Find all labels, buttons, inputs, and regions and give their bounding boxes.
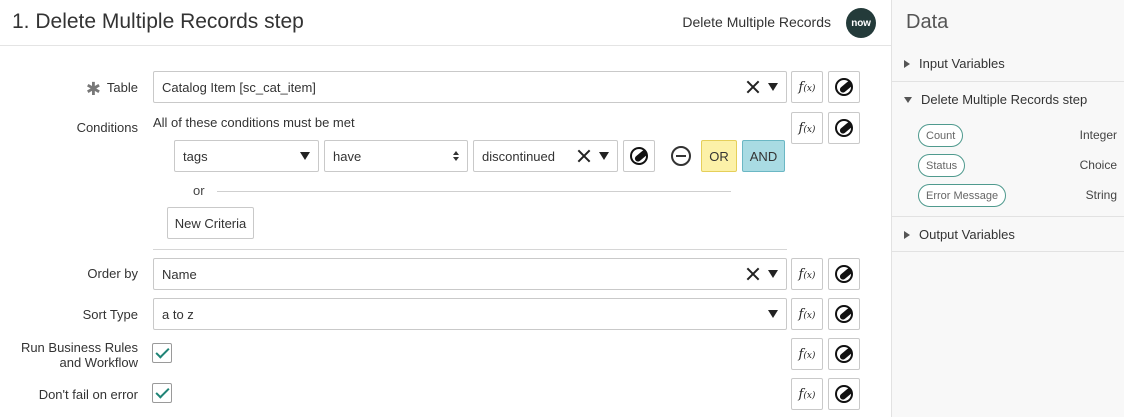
clear-icon[interactable]: [577, 149, 591, 163]
condition-operator-select[interactable]: have: [324, 140, 468, 172]
data-panel: Data Input Variables Delete Multiple Rec…: [891, 0, 1124, 417]
select-arrows-icon: [453, 151, 459, 161]
function-icon: f(x): [798, 306, 816, 322]
variable-type: Integer: [1079, 128, 1117, 142]
step-editor: 1. Delete Multiple Records step Delete M…: [0, 0, 891, 417]
condition-value-field[interactable]: discontinued: [473, 140, 618, 172]
table-data-pill-button[interactable]: [828, 71, 860, 103]
order-by-field[interactable]: Name: [153, 258, 787, 290]
sort-type-label: Sort Type: [82, 307, 138, 322]
dont-fail-data-pill-button[interactable]: [828, 378, 860, 410]
and-button[interactable]: AND: [742, 140, 785, 172]
order-by-fx-button[interactable]: f(x): [791, 258, 823, 290]
data-pill-icon: [835, 78, 853, 96]
step-variables-section[interactable]: Delete Multiple Records step Count Integ…: [892, 82, 1124, 217]
function-icon: f(x): [798, 266, 816, 282]
variable-type: String: [1085, 188, 1117, 202]
function-icon: f(x): [798, 120, 816, 136]
sort-type-select[interactable]: a to z: [153, 298, 787, 330]
run-business-rules-label: Run Business Rules and Workflow: [20, 340, 138, 370]
clear-icon[interactable]: [746, 80, 760, 94]
chevron-down-icon[interactable]: [599, 152, 609, 160]
variable-pill-status[interactable]: Status: [918, 154, 966, 177]
expand-icon: [904, 59, 910, 68]
function-icon: f(x): [798, 346, 816, 362]
variable-pill-error-message[interactable]: Error Message: [918, 184, 1007, 207]
data-pill-icon: [835, 265, 853, 283]
data-pill-icon: [835, 345, 853, 363]
order-by-data-pill-button[interactable]: [828, 258, 860, 290]
required-star-icon: ✱: [85, 79, 101, 99]
data-panel-title: Data: [906, 11, 949, 33]
data-pill-icon: [835, 385, 853, 403]
sort-type-fx-button[interactable]: f(x): [791, 298, 823, 330]
step-type-label: Delete Multiple Records: [682, 14, 831, 30]
data-pill-icon: [835, 305, 853, 323]
collapse-icon: [904, 96, 912, 103]
data-pill-icon: [630, 147, 648, 165]
table-field[interactable]: Catalog Item [sc_cat_item]: [153, 71, 787, 103]
or-separator-line: [217, 191, 731, 192]
conditions-label: Conditions: [76, 120, 138, 135]
now-logo-icon: now: [846, 8, 876, 38]
condition-data-pill-button[interactable]: [623, 140, 655, 172]
sort-type-data-pill-button[interactable]: [828, 298, 860, 330]
new-criteria-button[interactable]: New Criteria: [167, 207, 254, 239]
function-icon: f(x): [798, 79, 816, 95]
conditions-fx-button[interactable]: f(x): [791, 112, 823, 144]
table-value: Catalog Item [sc_cat_item]: [162, 79, 316, 95]
conditions-divider: [153, 249, 787, 250]
clear-icon[interactable]: [746, 267, 760, 281]
step-title: 1. Delete Multiple Records step: [12, 10, 304, 33]
expand-icon: [904, 230, 910, 239]
variable-type: Choice: [1079, 158, 1117, 172]
step-header: 1. Delete Multiple Records step Delete M…: [0, 0, 891, 46]
run-business-rules-data-pill-button[interactable]: [828, 338, 860, 370]
conditions-data-pill-button[interactable]: [828, 112, 860, 144]
or-separator-label: or: [193, 183, 205, 198]
remove-condition-icon[interactable]: [671, 146, 691, 166]
run-business-rules-fx-button[interactable]: f(x): [791, 338, 823, 370]
or-button[interactable]: OR: [701, 140, 737, 172]
dont-fail-checkbox[interactable]: [152, 383, 172, 403]
chevron-down-icon[interactable]: [768, 83, 778, 91]
dont-fail-fx-button[interactable]: f(x): [791, 378, 823, 410]
table-label: ✱ Table: [85, 79, 138, 99]
order-by-label: Order by: [87, 266, 138, 281]
input-variables-section[interactable]: Input Variables: [892, 46, 1124, 82]
run-business-rules-checkbox[interactable]: [152, 343, 172, 363]
conditions-summary: All of these conditions must be met: [153, 115, 355, 130]
chevron-down-icon[interactable]: [768, 270, 778, 278]
condition-field-select[interactable]: tags: [174, 140, 319, 172]
variable-pill-count[interactable]: Count: [918, 124, 964, 147]
function-icon: f(x): [798, 386, 816, 402]
output-variables-section[interactable]: Output Variables: [892, 217, 1124, 252]
table-fx-button[interactable]: f(x): [791, 71, 823, 103]
chevron-down-icon: [300, 152, 310, 160]
chevron-down-icon: [768, 310, 778, 318]
data-pill-icon: [835, 119, 853, 137]
dont-fail-label: Don't fail on error: [38, 387, 138, 402]
